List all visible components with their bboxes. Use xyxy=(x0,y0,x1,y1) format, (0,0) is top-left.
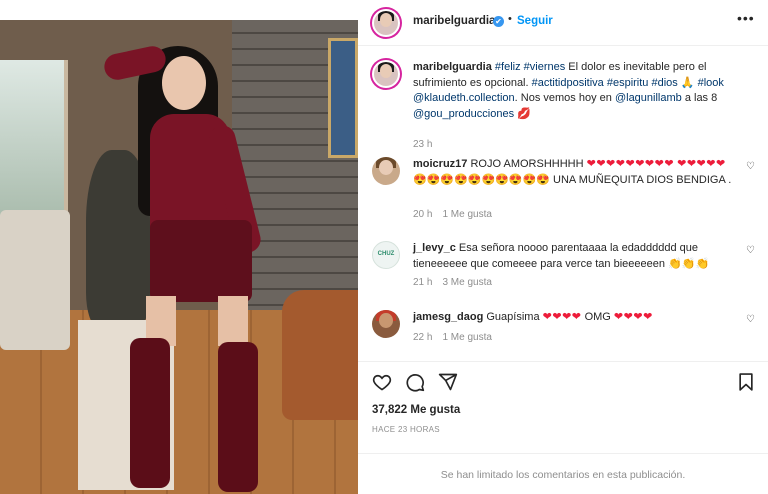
hearts-emoji: ❤❤❤❤❤ xyxy=(677,158,726,170)
comment-time[interactable]: 20 h xyxy=(413,209,432,220)
comment-meta: 22 h 1 Me gusta xyxy=(413,332,502,343)
caption-text: maribelguardia #feliz #viernes El dolor … xyxy=(413,60,735,122)
likes-count[interactable]: 37,822 Me gusta xyxy=(372,404,460,416)
person-boot-left xyxy=(130,338,170,488)
hearts-emoji: ❤❤❤❤❤❤❤❤❤ xyxy=(586,158,675,170)
hashtag-feliz[interactable]: #feliz xyxy=(495,61,521,73)
background-painting xyxy=(328,38,358,158)
comment-time[interactable]: 22 h xyxy=(413,332,432,343)
comment-username[interactable]: moicruz17 xyxy=(413,158,467,170)
hashtag-espiritu[interactable]: #espiritu xyxy=(607,77,649,89)
background-chair xyxy=(0,210,70,350)
person-leg-right xyxy=(218,296,248,346)
comment-username[interactable]: jamesg_daog xyxy=(413,311,483,323)
hearts-emoji: ❤❤❤❤ xyxy=(542,311,582,323)
caption-meta: 23 h xyxy=(413,139,442,150)
pray-emoji: 🙏 xyxy=(680,76,695,89)
comment-icon[interactable] xyxy=(405,372,425,392)
background-armchair xyxy=(282,290,358,420)
caption-sentence-2: . Nos vemos hoy en xyxy=(514,92,615,104)
commenter-avatar[interactable] xyxy=(372,310,400,338)
hashtag-actitud[interactable]: #actitidpositiva xyxy=(532,77,604,89)
comment-row: CHUZ j_levy_c Esa señora noooo parentaaa… xyxy=(358,241,768,295)
person-skirt xyxy=(150,220,252,302)
post-time-ago[interactable]: HACE 23 HORAS xyxy=(372,425,440,434)
post-header: maribelguardia ✔ • Seguir ••• xyxy=(358,0,768,46)
avatar-logo-text: CHUZ xyxy=(377,251,395,257)
caption-avatar[interactable] xyxy=(372,60,400,88)
post-side-panel: maribelguardia ✔ • Seguir ••• maribelgua… xyxy=(358,0,768,494)
kiss-emoji: 💋 xyxy=(517,107,531,120)
verified-badge-icon: ✔ xyxy=(493,16,504,27)
author-avatar[interactable] xyxy=(372,9,400,37)
commenter-avatar[interactable]: CHUZ xyxy=(372,241,400,269)
hashtag-viernes[interactable]: #viernes xyxy=(524,61,566,73)
like-comment-heart-icon[interactable]: ♡ xyxy=(746,161,755,172)
heart-eyes-emoji: 😍😍😍😍😍😍😍😍😍😍 xyxy=(413,173,550,186)
more-options-icon[interactable]: ••• xyxy=(737,10,755,26)
comment-likes[interactable]: 3 Me gusta xyxy=(442,277,491,288)
comment-meta: 20 h 1 Me gusta xyxy=(413,209,502,220)
comment-text: jamesg_daog Guapísima ❤❤❤❤ OMG ❤❤❤❤ xyxy=(413,310,735,326)
hashtag-look[interactable]: #look xyxy=(698,77,724,89)
caption-row: maribelguardia #feliz #viernes El dolor … xyxy=(358,60,768,150)
comment-row: moicruz17 ROJO AMORSHHHHH ❤❤❤❤❤❤❤❤❤ ❤❤❤❤… xyxy=(358,157,768,227)
comments-limited-text: Se han limitado los comentarios en esta … xyxy=(440,469,686,481)
comments-list[interactable]: maribelguardia #feliz #viernes El dolor … xyxy=(358,47,768,361)
comment-username[interactable]: j_levy_c xyxy=(413,242,456,254)
comments-limited-footer: Se han limitado los comentarios en esta … xyxy=(358,453,768,494)
comment-body: ROJO AMORSHHHHH xyxy=(470,158,584,170)
comment-meta: 21 h 3 Me gusta xyxy=(413,277,502,288)
share-icon[interactable] xyxy=(438,372,458,392)
author-username[interactable]: maribelguardia xyxy=(413,15,495,27)
header-separator: • xyxy=(508,13,512,25)
person-boot-right xyxy=(218,342,258,492)
bookmark-icon[interactable] xyxy=(736,372,756,392)
caption-time[interactable]: 23 h xyxy=(413,139,432,150)
follow-button[interactable]: Seguir xyxy=(517,15,553,27)
comment-body: Guapísima xyxy=(486,311,540,323)
commenter-avatar[interactable] xyxy=(372,157,400,185)
comment-body-2: UNA MUÑEQUITA DIOS BENDIGA . xyxy=(553,173,732,186)
comment-row: jamesg_daog Guapísima ❤❤❤❤ OMG ❤❤❤❤ ♡ 22… xyxy=(358,310,768,350)
hearts-emoji: ❤❤❤❤ xyxy=(613,311,653,323)
comment-body: Esa señora noooo parentaaaa la edadddddd… xyxy=(413,242,699,270)
comment-body-2: OMG xyxy=(584,311,611,323)
hashtag-dios[interactable]: #dios xyxy=(651,77,677,89)
comment-likes[interactable]: 1 Me gusta xyxy=(442,209,491,220)
like-comment-heart-icon[interactable]: ♡ xyxy=(746,314,755,325)
comment-text: moicruz17 ROJO AMORSHHHHH ❤❤❤❤❤❤❤❤❤ ❤❤❤❤… xyxy=(413,157,735,188)
caption-username[interactable]: maribelguardia xyxy=(413,61,492,73)
post-photo[interactable] xyxy=(0,20,358,494)
like-comment-heart-icon[interactable]: ♡ xyxy=(746,245,755,256)
mention-klaudeth[interactable]: @klaudeth.collection xyxy=(413,92,515,104)
comment-time[interactable]: 21 h xyxy=(413,277,432,288)
comment-likes[interactable]: 1 Me gusta xyxy=(442,332,491,343)
mention-lagunilla[interactable]: @lagunillamb xyxy=(615,92,682,104)
caption-sentence-3: a las 8 xyxy=(681,92,718,104)
mention-gou[interactable]: @gou_producciones xyxy=(413,108,514,120)
action-bar: 37,822 Me gusta HACE 23 HORAS xyxy=(358,361,768,453)
clap-emoji: 👏👏👏 xyxy=(668,257,710,270)
comment-text: j_levy_c Esa señora noooo parentaaaa la … xyxy=(413,241,735,272)
heart-icon[interactable] xyxy=(372,372,392,392)
person-face xyxy=(162,56,206,110)
